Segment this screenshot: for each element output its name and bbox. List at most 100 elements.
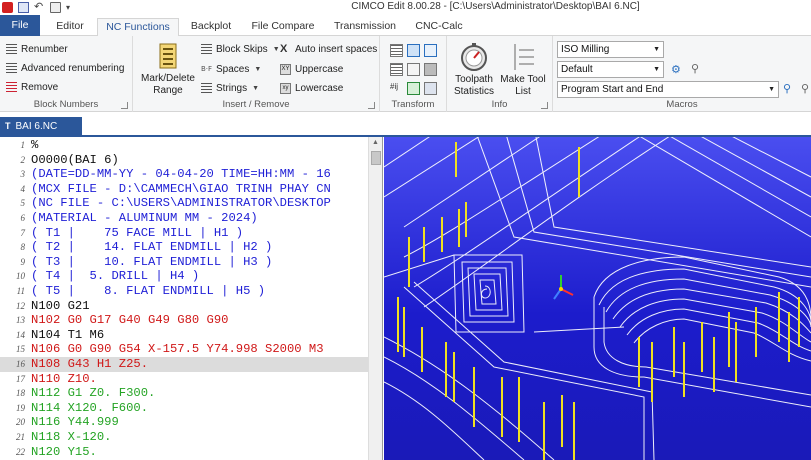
transform-xyz-icon[interactable]: #ij — [390, 82, 403, 95]
title-bar: ↶ ▾ CIMCO Edit 8.00.28 - [C:\Users\Admin… — [0, 0, 811, 15]
nc-editor[interactable]: 1% 2 O0000(BAI 6) 3 (DATE=DD-MM-YY - 04-04-2… — [0, 137, 383, 460]
tab-nc-functions[interactable]: NC Functions — [97, 18, 179, 37]
line-number: 8 — [20, 242, 26, 253]
remove-label: Remove — [21, 82, 59, 93]
scrollbar-thumb[interactable] — [371, 151, 381, 165]
code-line[interactable]: 5 (NC FILE - C:\USERS\ADMINISTRATOR\DESKT… — [0, 196, 368, 211]
line-number: 14 — [16, 329, 25, 340]
code-line[interactable]: 2 O0000(BAI 6) — [0, 153, 368, 168]
line-number: 20 — [16, 417, 25, 428]
transform-rotate-icon[interactable] — [424, 82, 437, 95]
line-number: 7 — [20, 227, 26, 238]
tab-file-compare[interactable]: File Compare — [246, 18, 320, 36]
block-skips-button[interactable]: Block Skips ▼ — [201, 44, 280, 55]
list-label: List — [515, 86, 531, 97]
code-text: ( T4 | 5. DRILL | H4 ) — [31, 269, 200, 284]
renumber-label: Renumber — [21, 44, 68, 55]
nc-file-icon: T — [5, 121, 11, 131]
tab-file[interactable]: File — [0, 15, 40, 36]
make-tool-list-button[interactable]: Make Tool List — [497, 42, 549, 98]
code-line[interactable]: 4 (MCX FILE - D:\CAMMECH\GIAO TRINH PHAY … — [0, 182, 368, 197]
strings-button[interactable]: Strings ▼ — [201, 83, 259, 94]
group-transform: #ij Transform — [380, 36, 447, 112]
line-number: 10 — [16, 271, 25, 282]
renumber-icon — [6, 44, 17, 55]
tab-backplot[interactable]: Backplot — [182, 18, 240, 36]
line-number: 15 — [16, 344, 25, 355]
code-line[interactable]: 3 (DATE=DD-MM-YY - 04-04-20 TIME=HH:MM - … — [0, 167, 368, 182]
editor-scrollbar[interactable]: ▲ — [368, 137, 382, 460]
code-line[interactable]: 20 N116 Y44.999 — [0, 415, 368, 430]
dialog-launcher-icon[interactable] — [541, 102, 548, 109]
code-line[interactable]: 12 N100 G21 — [0, 299, 368, 314]
search-icon[interactable]: ⚲ — [691, 62, 699, 75]
transform-calc-icon[interactable] — [424, 63, 437, 76]
transform-circle-icon[interactable] — [407, 44, 420, 57]
group-label-insert-remove: Insert / Remove — [222, 99, 290, 110]
advanced-renumbering-button[interactable]: Advanced renumbering — [6, 63, 124, 74]
transform-mirror-icon[interactable] — [407, 82, 420, 95]
edit-macro-icon[interactable]: ⚲ — [801, 82, 809, 95]
line-number: 22 — [16, 446, 25, 457]
toolpath-statistics-button[interactable]: Toolpath Statistics — [451, 42, 497, 98]
transform-list-icon[interactable] — [390, 63, 403, 76]
code-line[interactable]: 18 N112 G1 Z0. F300. — [0, 386, 368, 401]
dialog-launcher-icon[interactable] — [121, 102, 128, 109]
code-line[interactable]: 15 N106 G0 G90 G54 X-157.5 Y74.998 S2000 … — [0, 342, 368, 357]
lowercase-button[interactable]: xy Lowercase — [280, 83, 343, 94]
code-line[interactable]: 9 ( T3 | 10. FLAT ENDMILL | H3 ) — [0, 255, 368, 270]
transform-scale-icon[interactable] — [424, 44, 437, 57]
run-macro-icon[interactable]: ⚲ — [783, 82, 791, 95]
chevron-down-icon: ▼ — [272, 46, 280, 53]
code-line[interactable]: 8 ( T2 | 14. FLAT ENDMILL | H2 ) — [0, 240, 368, 255]
code-line[interactable]: 6 (MATERIAL - ALUMINUM MM - 2024) — [0, 211, 368, 226]
code-text: N118 X-120. — [31, 430, 112, 444]
spaces-button[interactable]: B·F Spaces ▼ — [201, 64, 261, 75]
code-text: ( T1 | 75 FACE MILL | H1 ) — [31, 225, 244, 240]
code-text: N114 X120. F600. — [31, 400, 149, 415]
code-line[interactable]: 10 ( T4 | 5. DRILL | H4 ) — [0, 269, 368, 284]
statistics-label: Statistics — [453, 86, 494, 97]
code-line[interactable]: 19 N114 X120. F600. — [0, 401, 368, 416]
renumber-button[interactable]: Renumber — [6, 44, 68, 55]
code-line[interactable]: 14 N104 T1 M6 — [0, 328, 368, 343]
code-line[interactable]: 1% — [0, 138, 368, 153]
line-number: 18 — [16, 388, 25, 399]
remove-button[interactable]: Remove — [6, 82, 58, 93]
scroll-up-icon[interactable]: ▲ — [372, 139, 379, 146]
backplot-viewport[interactable] — [384, 137, 811, 460]
mark-delete-range-button[interactable]: Mark/Delete Range — [137, 42, 199, 97]
tab-cnc-calc[interactable]: CNC-Calc — [408, 18, 470, 36]
macro-select[interactable]: Program Start and End ▼ — [557, 81, 779, 98]
dialog-launcher-icon[interactable] — [368, 102, 375, 109]
uppercase-button[interactable]: XY Uppercase — [280, 64, 343, 75]
transform-lines-icon[interactable] — [390, 44, 403, 57]
auto-insert-spaces-button[interactable]: X Auto insert spaces — [280, 43, 377, 56]
code-text: ( T5 | 8. FLAT ENDMILL | H5 ) — [31, 284, 266, 298]
code-line[interactable]: 7 ( T1 | 75 FACE MILL | H1 ) — [0, 226, 368, 241]
code-line[interactable]: 13 N102 G0 G17 G40 G49 G80 G90 — [0, 313, 368, 328]
code-line[interactable]: 11 ( T5 | 8. FLAT ENDMILL | H5 ) — [0, 284, 368, 299]
code-line[interactable]: 22 N120 Y15. — [0, 445, 368, 460]
group-label-transform: Transform — [391, 99, 435, 110]
toolpath-label: Toolpath — [455, 74, 493, 85]
auto-insert-icon: X — [280, 43, 288, 55]
tab-editor[interactable]: Editor — [44, 18, 96, 36]
document-tab[interactable]: T BAI 6.NC — [0, 117, 82, 135]
code-text: N108 G43 H1 Z25. — [31, 357, 149, 371]
line-number: 11 — [16, 286, 25, 296]
group-macros: ISO Milling ▼ Default ▼ ⚙ ⚲ Program Start … — [553, 36, 811, 112]
configuration-select[interactable]: Default ▼ — [557, 61, 664, 78]
code-text: N120 Y15. — [31, 444, 97, 459]
code-line[interactable]: 17 N110 Z10. — [0, 372, 368, 387]
group-insert-remove: Mark/Delete Range Block Skips ▼ B·F Space… — [133, 36, 380, 112]
tab-transmission[interactable]: Transmission — [327, 18, 403, 36]
machine-type-select[interactable]: ISO Milling ▼ — [557, 41, 664, 58]
chevron-down-icon: ▼ — [653, 46, 660, 53]
chevron-down-icon: ▼ — [768, 86, 775, 93]
configure-icon[interactable]: ⚙ — [671, 63, 681, 76]
code-line[interactable]: 16 N108 G43 H1 Z25. — [0, 357, 368, 372]
code-line[interactable]: 21 N118 X-120. — [0, 430, 368, 445]
chevron-down-icon: ▼ — [653, 66, 660, 73]
transform-table-icon[interactable] — [407, 63, 420, 76]
